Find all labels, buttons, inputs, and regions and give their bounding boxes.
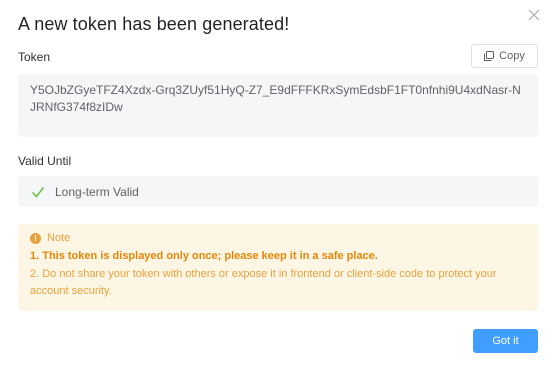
copy-icon [484, 51, 495, 61]
dialog-title: A new token has been generated! [18, 14, 290, 34]
close-icon[interactable] [528, 9, 540, 21]
note-title: Note [47, 232, 71, 244]
valid-until-value: Long-term Valid [55, 184, 139, 199]
note-alert: Note 1. This token is displayed only onc… [18, 224, 538, 311]
copy-button[interactable]: Copy [471, 44, 538, 68]
token-label: Token [18, 50, 51, 64]
note-line-1: 1. This token is displayed only once; pl… [30, 250, 378, 262]
token-value[interactable]: Y5OJbZGyeTFZ4Xzdx-Grq3ZUyf51HyQ-Z7_E9dFF… [18, 74, 538, 137]
valid-until-label: Valid Until [18, 154, 72, 168]
valid-until-field: Long-term Valid [18, 176, 538, 207]
info-icon [30, 232, 41, 244]
note-header: Note [30, 232, 526, 244]
note-line-2: 2. Do not share your token with others o… [30, 268, 497, 297]
copy-button-label: Copy [499, 50, 525, 62]
check-icon [31, 186, 45, 198]
got-it-button[interactable]: Got it [473, 329, 538, 353]
token-generated-dialog: A new token has been generated! Token Co… [0, 0, 554, 371]
